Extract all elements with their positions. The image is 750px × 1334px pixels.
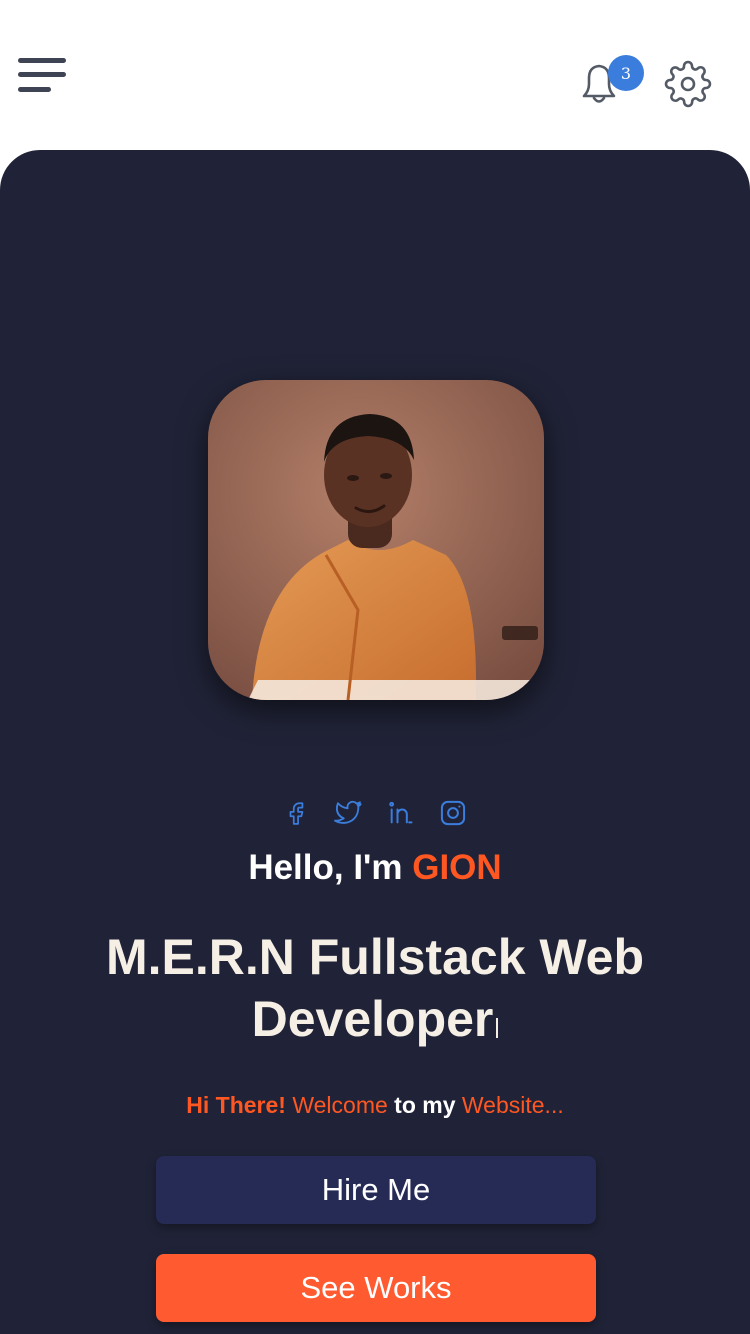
hire-me-button[interactable]: Hire Me [156, 1156, 596, 1224]
welcome-tagline: Hi There! Welcome to my Website... [0, 1092, 750, 1119]
role-text: M.E.R.N Fullstack Web Developer [105, 929, 645, 1047]
hero-section: Hello, I'm GION M.E.R.N Fullstack Web De… [0, 150, 750, 1334]
tagline-welcome: Welcome [292, 1092, 388, 1118]
typing-cursor [496, 1018, 499, 1038]
notification-count-badge: 3 [608, 55, 644, 91]
see-works-button[interactable]: See Works [156, 1254, 596, 1322]
tagline-website: Website... [461, 1092, 564, 1118]
settings-gear-icon[interactable] [664, 60, 712, 108]
tagline-to-my: to my [394, 1092, 456, 1118]
greeting-prefix: Hello, I'm [248, 848, 403, 887]
greeting-heading: Hello, I'm GION [0, 848, 750, 888]
facebook-icon[interactable] [282, 798, 312, 828]
twitter-icon[interactable] [334, 798, 364, 828]
hamburger-menu-icon[interactable] [16, 56, 68, 96]
top-bar: 3 [0, 0, 750, 150]
linkedin-icon[interactable] [386, 798, 416, 828]
role-title: M.E.R.N Fullstack Web Developer [80, 926, 670, 1050]
instagram-icon[interactable] [438, 798, 468, 828]
profile-photo [208, 380, 544, 700]
developer-name: GION [412, 848, 502, 887]
tagline-hi: Hi There! [186, 1092, 286, 1118]
social-links [0, 798, 750, 832]
